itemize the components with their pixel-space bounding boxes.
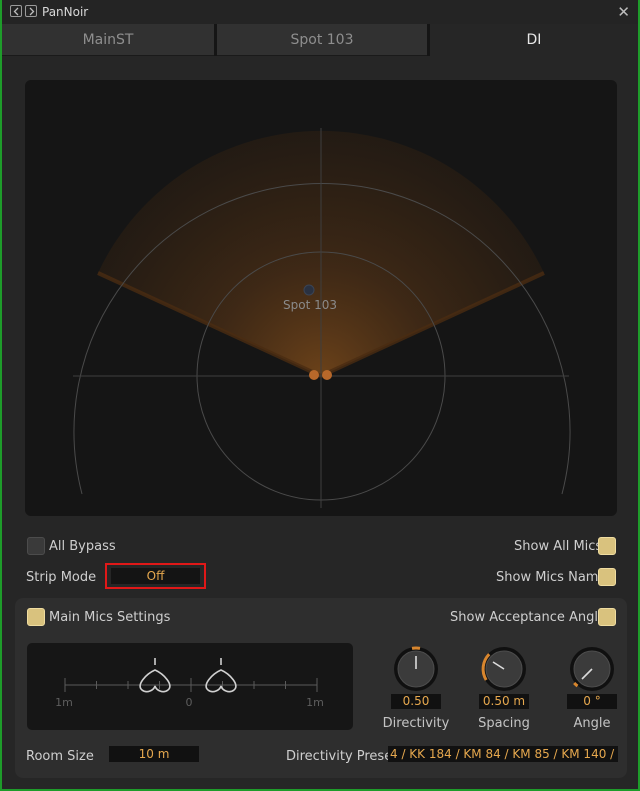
spacing-scale-left-label: 1m — [55, 696, 73, 709]
cardioid-mic-right — [205, 658, 237, 693]
cardioid-mic-left — [139, 658, 171, 693]
mic-left — [309, 370, 319, 380]
source-label: Spot 103 — [283, 298, 337, 312]
all-bypass-checkbox[interactable] — [27, 537, 45, 555]
source-marker — [303, 284, 315, 296]
show-all-mics-label: Show All Mics — [514, 539, 603, 554]
spacing-value[interactable]: 0.50 m — [479, 694, 529, 709]
room-size-label: Room Size — [26, 749, 94, 764]
spacing-scale-center-label: 0 — [186, 696, 193, 709]
angle-knob[interactable] — [567, 644, 617, 694]
panning-stage[interactable]: Spot 103 — [25, 80, 617, 516]
title-bar: PanNoir ✕ — [2, 0, 638, 24]
tab-spot-103[interactable]: Spot 103 — [217, 24, 427, 56]
main-mics-settings-checkbox[interactable] — [27, 608, 45, 626]
window-title: PanNoir — [42, 5, 89, 19]
strip-mode-selector[interactable]: Off — [111, 568, 200, 584]
spacing-label: Spacing — [478, 716, 530, 731]
strip-mode-label: Strip Mode — [26, 570, 97, 585]
spacing-scale-right-label: 1m — [306, 696, 324, 709]
close-icon[interactable]: ✕ — [617, 3, 630, 21]
directivity-label: Directivity — [382, 716, 450, 731]
angle-label: Angle — [573, 716, 611, 731]
directivity-preset-selector[interactable]: 4 / KK 184 / KM 84 / KM 85 / KM 140 / K — [388, 746, 618, 762]
directivity-value[interactable]: 0.50 — [391, 694, 441, 709]
strip-mode-highlight: Off — [105, 563, 206, 589]
spacing-knob[interactable] — [479, 644, 529, 694]
show-acceptance-angles-checkbox[interactable] — [598, 608, 616, 626]
room-size-value[interactable]: 10 m — [109, 746, 199, 762]
angle-value[interactable]: 0 ° — [567, 694, 617, 709]
tab-mainst[interactable]: MainST — [2, 24, 214, 56]
tab-di[interactable]: DI — [430, 24, 638, 56]
show-mics-name-label: Show Mics Name — [496, 570, 607, 585]
mic-right — [322, 370, 332, 380]
tab-bar: MainST Spot 103 DI — [2, 24, 638, 56]
show-mics-name-checkbox[interactable] — [598, 568, 616, 586]
directivity-preset-label: Directivity Preset — [286, 749, 398, 764]
all-bypass-label: All Bypass — [49, 539, 116, 554]
show-all-mics-checkbox[interactable] — [598, 537, 616, 555]
directivity-knob[interactable] — [391, 644, 441, 694]
pannoir-window: PanNoir ✕ MainST Spot 103 DI Spot 103 Al… — [0, 0, 640, 791]
main-mics-settings-label: Main Mics Settings — [49, 610, 171, 625]
mic-spacing-panel[interactable]: 1m 0 1m — [27, 643, 353, 730]
chevron-right-icon[interactable] — [25, 5, 37, 17]
show-acceptance-angles-label: Show Acceptance Angles — [450, 610, 613, 625]
chevron-left-icon[interactable] — [10, 5, 22, 17]
